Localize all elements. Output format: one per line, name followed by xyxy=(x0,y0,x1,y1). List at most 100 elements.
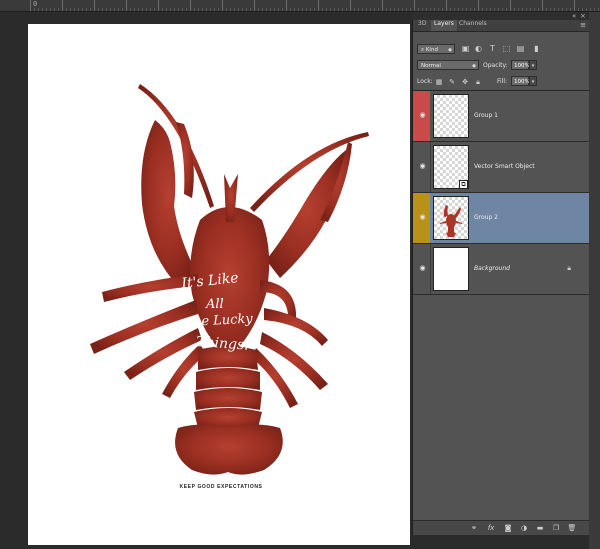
layer-row[interactable]: ◉ Group 2 xyxy=(413,193,589,244)
layer-divider xyxy=(430,244,431,294)
ruler-minor-tick xyxy=(110,8,111,11)
smart-object-badge-icon: ⧉ xyxy=(459,180,468,189)
layers-list: ◉ Group 1 ◉ ⧉ Vector Smart Object ◉ Grou… xyxy=(413,90,589,295)
layer-row[interactable]: ◉ Background 🔒︎ xyxy=(413,244,589,295)
layer-row[interactable]: ◉ Group 1 xyxy=(413,91,589,142)
filter-kind-dropdown[interactable]: ⌕ Kind ◆ xyxy=(417,44,455,54)
canvas-workspace[interactable]: It's Like All the Lucky Things. KEEP GOO… xyxy=(0,12,410,549)
document-canvas[interactable]: It's Like All the Lucky Things. KEEP GOO… xyxy=(28,24,410,545)
ruler-minor-tick xyxy=(490,8,491,11)
ruler-minor-tick xyxy=(558,8,559,11)
layer-name[interactable]: Vector Smart Object xyxy=(474,163,535,170)
ruler-minor-tick xyxy=(462,8,463,11)
ruler-minor-tick xyxy=(554,8,555,11)
visibility-eye-icon[interactable]: ◉ xyxy=(418,112,427,119)
close-panel-icon[interactable]: × xyxy=(580,12,586,20)
lobster-illustration: It's Like All the Lucky Things. xyxy=(90,84,369,475)
ruler-minor-tick xyxy=(590,8,591,11)
visibility-eye-icon[interactable]: ◉ xyxy=(418,214,427,221)
ruler-minor-tick xyxy=(358,8,359,11)
ruler-minor-tick xyxy=(262,8,263,11)
ruler-minor-tick xyxy=(242,8,243,11)
fill-input[interactable]: 100% xyxy=(511,76,530,86)
adjustment-filter-icon[interactable]: ◐ xyxy=(474,44,483,53)
ruler-minor-tick xyxy=(198,8,199,11)
ruler-minor-tick xyxy=(154,8,155,11)
smart-object-filter-icon[interactable]: ▤ xyxy=(516,44,525,53)
ruler-minor-tick xyxy=(42,8,43,11)
ruler-minor-tick xyxy=(246,8,247,11)
ruler-minor-tick xyxy=(314,8,315,11)
layer-thumbnail xyxy=(433,94,469,138)
new-layer-icon[interactable]: ❐ xyxy=(551,524,561,532)
opacity-input[interactable]: 100% xyxy=(511,60,530,70)
blend-mode-dropdown[interactable]: Normal ◆ xyxy=(417,60,479,70)
ruler-tick xyxy=(190,0,191,11)
ruler-minor-tick xyxy=(70,8,71,11)
ruler-minor-tick xyxy=(114,8,115,11)
layer-filter-row: ⌕ Kind ◆ ▣ ◐ T ⬚ ▤ ▮ xyxy=(413,42,589,56)
ruler-minor-tick xyxy=(278,8,279,11)
ruler-minor-tick xyxy=(522,8,523,11)
layer-row[interactable]: ◉ ⧉ Vector Smart Object xyxy=(413,142,589,193)
collapse-panel-icon[interactable]: « xyxy=(572,12,576,20)
ruler-minor-tick xyxy=(546,8,547,11)
ruler-minor-tick xyxy=(326,8,327,11)
ruler-tick xyxy=(30,0,31,11)
add-mask-icon[interactable]: ◙ xyxy=(503,524,513,532)
ruler-minor-tick xyxy=(434,8,435,11)
shape-filter-icon[interactable]: ⬚ xyxy=(502,44,511,53)
ruler-minor-tick xyxy=(498,8,499,11)
lock-all-icon[interactable]: 🔒︎ xyxy=(474,78,482,86)
tab-channels[interactable]: Channels xyxy=(456,20,490,31)
ruler-minor-tick xyxy=(582,8,583,11)
ruler-tick xyxy=(574,0,575,11)
ruler-minor-tick xyxy=(82,8,83,11)
tab-layers[interactable]: Layers xyxy=(431,20,457,31)
new-group-icon[interactable]: ▬ xyxy=(535,524,545,532)
ruler-minor-tick xyxy=(450,8,451,11)
panel-menu-icon[interactable]: ≡ xyxy=(580,21,586,29)
ruler-minor-tick xyxy=(402,8,403,11)
trash-icon[interactable]: 🗑︎ xyxy=(567,524,577,532)
ruler-minor-tick xyxy=(534,8,535,11)
link-layers-icon[interactable]: ⚭ xyxy=(469,524,479,532)
visibility-eye-icon[interactable]: ◉ xyxy=(418,163,427,170)
tab-3d[interactable]: 3D xyxy=(415,20,429,31)
fx-icon[interactable]: fx xyxy=(486,524,496,532)
ruler-minor-tick xyxy=(306,8,307,11)
lock-transparent-icon[interactable]: ▦ xyxy=(435,78,443,86)
ruler-minor-tick xyxy=(202,8,203,11)
ruler-minor-tick xyxy=(302,8,303,11)
ruler-minor-tick xyxy=(466,8,467,11)
ruler-minor-tick xyxy=(470,8,471,11)
lock-label: Lock: xyxy=(417,78,433,85)
ruler-minor-tick xyxy=(130,8,131,11)
horizontal-ruler: 0 xyxy=(0,0,600,12)
fill-dropdown-icon[interactable]: ▾ xyxy=(529,76,537,86)
ruler-minor-tick xyxy=(390,8,391,11)
type-filter-icon[interactable]: T xyxy=(488,44,497,53)
layer-name[interactable]: Group 2 xyxy=(474,214,498,221)
visibility-eye-icon[interactable]: ◉ xyxy=(418,265,427,272)
image-filter-icon[interactable]: ▣ xyxy=(461,44,470,53)
opacity-dropdown-icon[interactable]: ▾ xyxy=(529,60,537,70)
blend-mode-value: Normal xyxy=(421,63,441,69)
ruler-tick xyxy=(62,0,63,11)
filter-toggle-icon[interactable]: ▮ xyxy=(532,44,541,53)
lock-position-icon[interactable]: ✥ xyxy=(461,78,469,86)
ruler-tick xyxy=(382,0,383,11)
lock-paint-icon[interactable]: ✎ xyxy=(448,78,456,86)
ruler-minor-tick xyxy=(298,8,299,11)
art-text-line-2: All xyxy=(205,297,224,312)
ruler-tick xyxy=(254,0,255,11)
layer-name[interactable]: Group 1 xyxy=(474,112,498,119)
adjustment-layer-icon[interactable]: ◑ xyxy=(519,524,529,532)
layer-name[interactable]: Background xyxy=(474,265,510,272)
ruler-minor-tick xyxy=(102,8,103,11)
ruler-minor-tick xyxy=(86,8,87,11)
ruler-minor-tick xyxy=(538,8,539,11)
ruler-minor-tick xyxy=(594,8,595,11)
layer-thumbnail xyxy=(433,247,469,291)
ruler-minor-tick xyxy=(378,8,379,11)
